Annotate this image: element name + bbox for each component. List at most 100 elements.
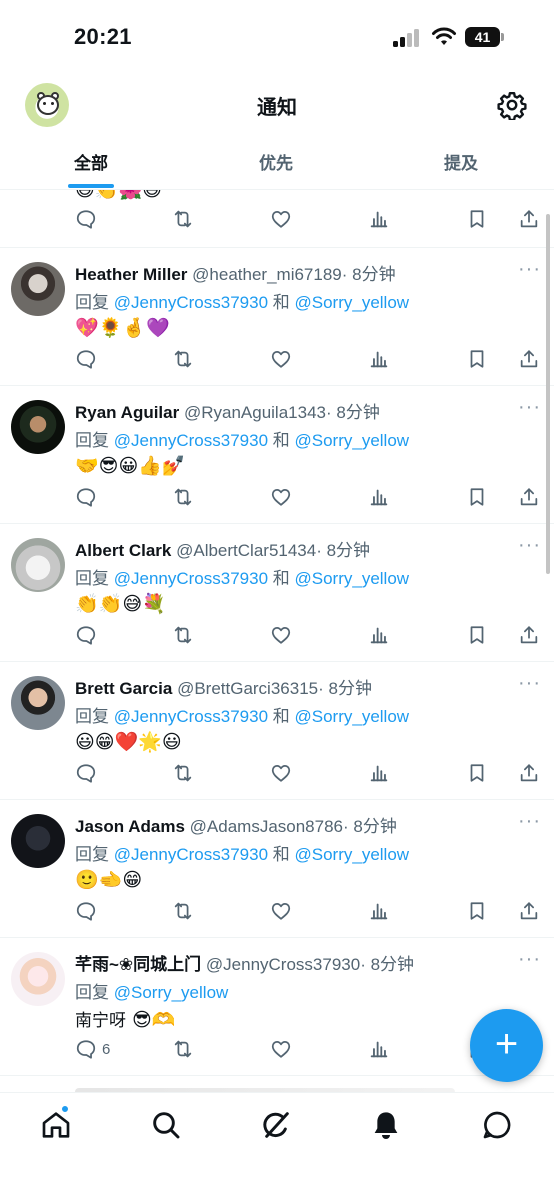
post-header: Jason Adams @AdamsJason8786· 8分钟	[75, 812, 397, 837]
reply-icon[interactable]	[75, 900, 99, 924]
mention-link[interactable]: @Sorry_yellow	[114, 983, 229, 1002]
bookmark-icon[interactable]	[466, 624, 490, 648]
tab-all[interactable]: 全部	[74, 149, 108, 174]
heart-icon[interactable]	[270, 486, 294, 510]
user-name[interactable]: Heather Miller	[75, 265, 187, 284]
views-icon[interactable]	[368, 348, 392, 372]
page-title: 通知	[257, 97, 297, 119]
bookmark-icon[interactable]	[466, 762, 490, 786]
retweet-icon[interactable]	[172, 900, 196, 924]
heart-icon[interactable]	[270, 208, 294, 232]
chat-icon[interactable]	[481, 1109, 515, 1143]
compose-button[interactable]: +	[470, 1009, 543, 1082]
retweet-icon[interactable]	[172, 486, 196, 510]
retweet-icon[interactable]	[172, 762, 196, 786]
bookmark-icon[interactable]	[466, 348, 490, 372]
views-icon[interactable]	[368, 1038, 392, 1062]
reply-context: 回复 @Sorry_yellow	[75, 978, 228, 1003]
share-icon[interactable]	[518, 348, 542, 372]
views-icon[interactable]	[368, 900, 392, 924]
mention-link[interactable]: @Sorry_yellow	[295, 431, 410, 450]
mention-link[interactable]: @JennyCross37930	[114, 707, 268, 726]
views-icon[interactable]	[368, 486, 392, 510]
home-icon[interactable]	[40, 1109, 74, 1143]
list-item[interactable]: Jason Adams @AdamsJason8786· 8分钟 ··· 回复 …	[0, 800, 554, 938]
share-icon[interactable]	[518, 762, 542, 786]
heart-icon[interactable]	[270, 762, 294, 786]
reply-prefix: 回复	[75, 569, 109, 588]
reply-icon[interactable]	[75, 208, 99, 232]
mention-link[interactable]: @Sorry_yellow	[295, 569, 410, 588]
share-icon[interactable]	[518, 624, 542, 648]
avatar[interactable]	[11, 400, 65, 454]
mention-link[interactable]: @JennyCross37930	[114, 569, 268, 588]
heart-icon[interactable]	[270, 348, 294, 372]
avatar[interactable]	[11, 814, 65, 868]
share-icon[interactable]	[518, 208, 542, 232]
avatar[interactable]	[11, 952, 65, 1006]
search-icon[interactable]	[150, 1109, 184, 1143]
retweet-icon[interactable]	[172, 1038, 196, 1062]
list-item[interactable]: 😄👏🌺😄	[0, 190, 554, 248]
reply-icon[interactable]	[75, 348, 99, 372]
more-icon[interactable]: ···	[518, 396, 541, 419]
list-item[interactable]: Albert Clark @AlbertClar51434· 8分钟 ··· 回…	[0, 524, 554, 662]
share-icon[interactable]	[518, 486, 542, 510]
heart-icon[interactable]	[270, 624, 294, 648]
bookmark-icon[interactable]	[466, 900, 490, 924]
mention-link[interactable]: @JennyCross37930	[114, 293, 268, 312]
scrollbar[interactable]	[546, 214, 550, 574]
list-item[interactable]: Heather Miller @heather_mi67189· 8分钟 ···…	[0, 248, 554, 386]
reply-icon[interactable]	[75, 624, 99, 648]
reply-icon[interactable]: 6	[75, 1038, 110, 1062]
mention-link[interactable]: @JennyCross37930	[114, 845, 268, 864]
more-icon[interactable]: ···	[518, 534, 541, 557]
views-icon[interactable]	[368, 762, 392, 786]
views-icon[interactable]	[368, 624, 392, 648]
user-name[interactable]: 芊雨~❀同城上门	[75, 955, 201, 974]
user-name[interactable]: Albert Clark	[75, 541, 171, 560]
bookmark-icon[interactable]	[466, 486, 490, 510]
heart-icon[interactable]	[270, 900, 294, 924]
tab-mentions[interactable]: 提及	[444, 149, 478, 174]
grok-icon[interactable]	[260, 1109, 294, 1143]
retweet-icon[interactable]	[172, 348, 196, 372]
more-icon[interactable]: ···	[518, 258, 541, 281]
mention-link[interactable]: @Sorry_yellow	[295, 845, 410, 864]
reply-conjunction: 和	[272, 431, 290, 450]
avatar[interactable]	[11, 262, 65, 316]
reply-prefix: 回复	[75, 845, 109, 864]
tab-priority[interactable]: 优先	[259, 149, 293, 174]
user-name[interactable]: Ryan Aguilar	[75, 403, 179, 422]
share-icon[interactable]	[518, 900, 542, 924]
avatar[interactable]	[11, 676, 65, 730]
post-time: · 8分钟	[343, 817, 397, 836]
post-actions	[0, 900, 554, 928]
mention-link[interactable]: @Sorry_yellow	[295, 293, 410, 312]
reply-prefix: 回复	[75, 707, 109, 726]
reply-icon[interactable]	[75, 486, 99, 510]
retweet-icon[interactable]	[172, 624, 196, 648]
mention-link[interactable]: @Sorry_yellow	[295, 707, 410, 726]
more-icon[interactable]: ···	[518, 948, 541, 971]
notification-feed[interactable]: 😄👏🌺😄 Heather Miller @heather_mi67189· 8分…	[0, 190, 554, 1090]
list-item[interactable]: Brett Garcia @BrettGarci36315· 8分钟 ··· 回…	[0, 662, 554, 800]
more-icon[interactable]: ···	[518, 672, 541, 695]
post-emoji: 😎🫶	[126, 1009, 176, 1031]
retweet-icon[interactable]	[172, 208, 196, 232]
bookmark-icon[interactable]	[466, 208, 490, 232]
list-item[interactable]: Ryan Aguilar @RyanAguila1343· 8分钟 ··· 回复…	[0, 386, 554, 524]
more-icon[interactable]: ···	[518, 810, 541, 833]
mention-link[interactable]: @JennyCross37930	[114, 431, 268, 450]
user-name[interactable]: Jason Adams	[75, 817, 185, 836]
views-icon[interactable]	[368, 208, 392, 232]
user-name[interactable]: Brett Garcia	[75, 679, 172, 698]
heart-icon[interactable]	[270, 1038, 294, 1062]
bell-icon[interactable]	[370, 1109, 404, 1143]
avatar[interactable]	[11, 538, 65, 592]
reply-icon[interactable]	[75, 762, 99, 786]
post-text: 😃😁❤️🌟😃	[75, 730, 182, 753]
user-handle: @heather_mi67189	[192, 265, 342, 284]
gear-icon[interactable]	[497, 90, 527, 122]
cellular-signal-icon	[393, 29, 423, 47]
